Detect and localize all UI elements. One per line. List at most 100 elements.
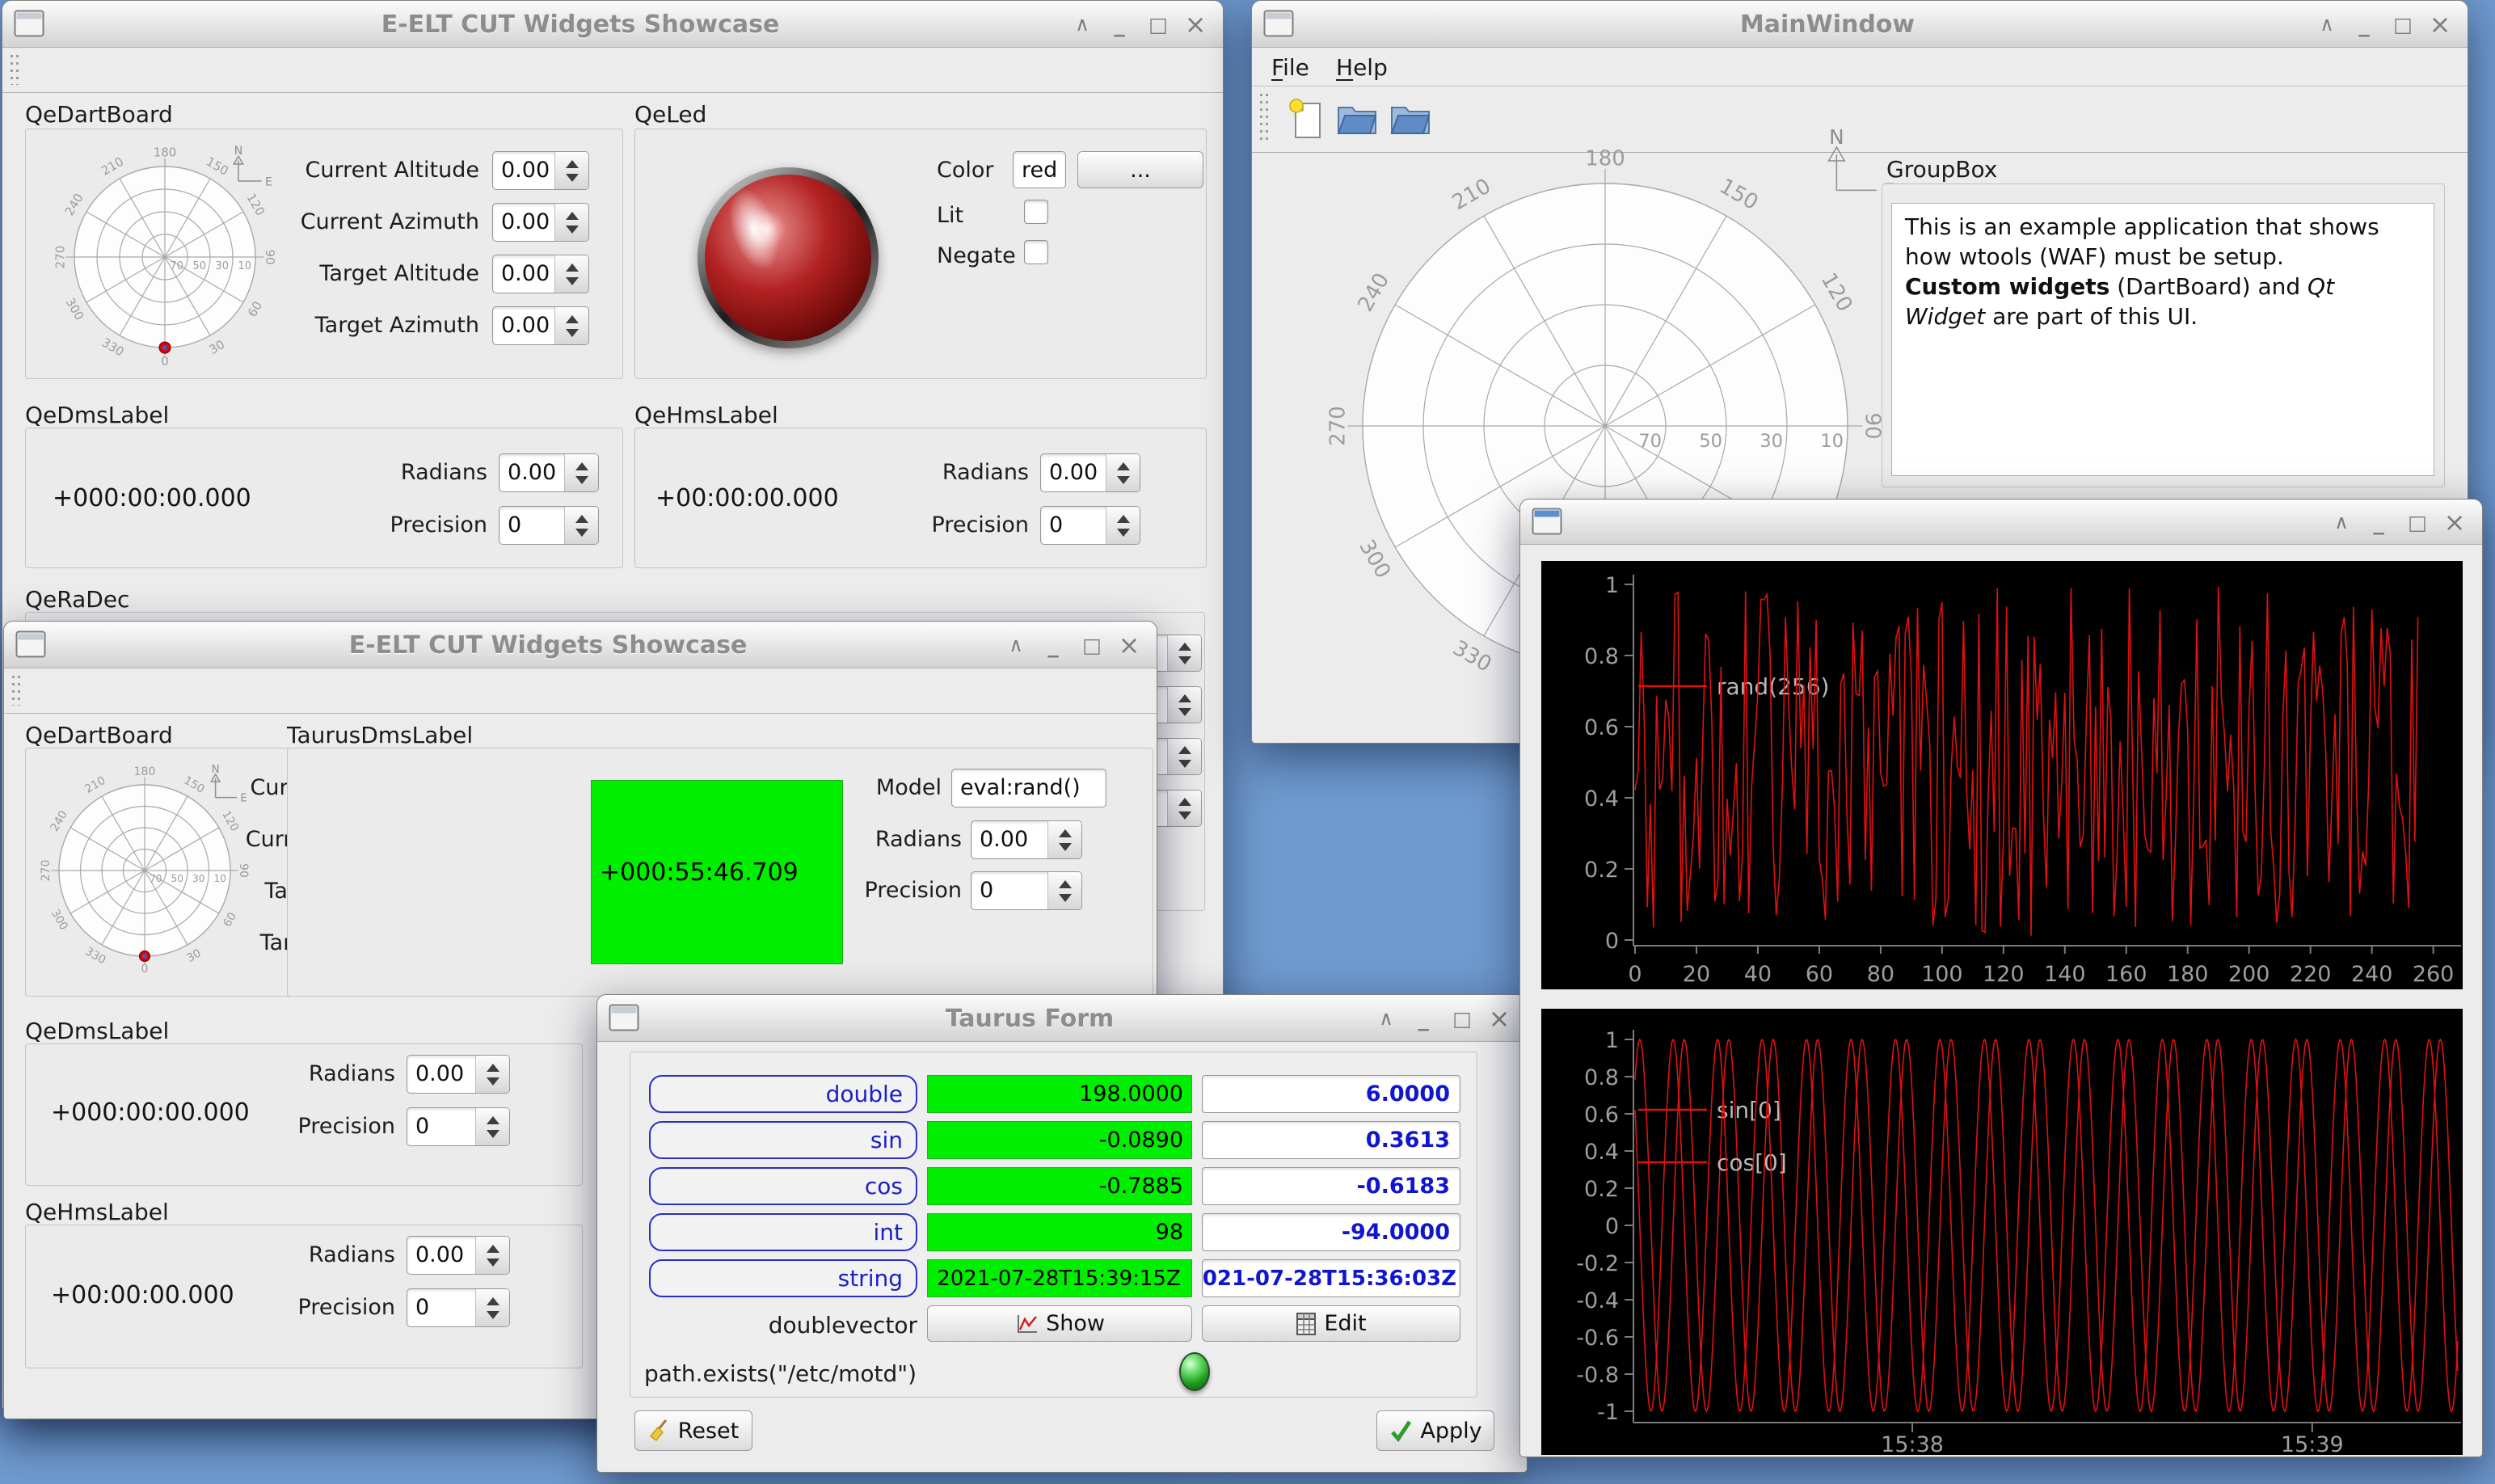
spin-up-icon[interactable]: [1059, 880, 1072, 888]
spin-up-icon[interactable]: [566, 160, 579, 168]
spinbox-buttons[interactable]: [1167, 687, 1201, 723]
maximize-button[interactable]: □: [1444, 995, 1480, 1042]
maximize-button[interactable]: □: [1074, 622, 1110, 668]
window-taurus-form[interactable]: Taurus Form ∧ _ □ × double 198.0000 6.00…: [596, 994, 1528, 1473]
dms-precision-spinbox[interactable]: 0: [499, 506, 599, 545]
shade-button[interactable]: ∧: [1064, 1, 1100, 48]
hms-precision-spinbox[interactable]: 0: [1040, 506, 1140, 545]
spin-down-icon[interactable]: [1178, 760, 1191, 768]
edit-button[interactable]: Edit: [1202, 1305, 1460, 1342]
spin-down-icon[interactable]: [1117, 476, 1130, 484]
titlebar-mainwindow[interactable]: MainWindow ∧ _ □ ×: [1252, 1, 2468, 48]
spinbox-buttons[interactable]: [1106, 454, 1140, 491]
minimize-button[interactable]: _: [1406, 995, 1441, 1042]
spinbox-buttons[interactable]: [1167, 739, 1201, 774]
titlebar-showcase-1[interactable]: E-ELT CUT Widgets Showcase ∧ _ □ ×: [2, 1, 1223, 48]
taurus-radians-spinbox[interactable]: 0.00: [971, 820, 1082, 859]
hms-radians-spinbox[interactable]: 0.00: [1040, 453, 1140, 492]
spin-down-icon[interactable]: [566, 329, 579, 337]
current-altitude-spinbox[interactable]: 0.00: [492, 151, 589, 190]
minimize-button[interactable]: _: [1102, 1, 1137, 48]
apply-button[interactable]: Apply: [1376, 1410, 1494, 1451]
spin-up-icon[interactable]: [1117, 515, 1130, 523]
minimize-button[interactable]: _: [1035, 622, 1071, 668]
dms-radians-spinbox[interactable]: 0.00: [407, 1055, 510, 1094]
color-field[interactable]: red: [1013, 151, 1066, 188]
menu-file[interactable]: File: [1266, 48, 1314, 86]
spin-down-icon[interactable]: [566, 174, 579, 182]
attr-label-sin[interactable]: sin: [649, 1121, 917, 1159]
window-plot[interactable]: ∧ _ □ × 00.20.40.60.81020406080100120140…: [1519, 499, 2483, 1457]
spin-up-icon[interactable]: [566, 315, 579, 323]
spin-up-icon[interactable]: [1178, 643, 1191, 651]
negate-checkbox[interactable]: [1024, 240, 1048, 264]
spin-up-icon[interactable]: [487, 1116, 499, 1124]
spin-up-icon[interactable]: [566, 212, 579, 220]
spin-up-icon[interactable]: [1178, 798, 1191, 806]
shade-button[interactable]: ∧: [998, 622, 1034, 668]
description-textbox[interactable]: This is an example application that show…: [1891, 203, 2434, 476]
shade-button[interactable]: ∧: [1368, 995, 1404, 1042]
spin-down-icon[interactable]: [487, 1258, 499, 1267]
spin-up-icon[interactable]: [566, 263, 579, 272]
spin-down-icon[interactable]: [1178, 812, 1191, 820]
dms-precision-spinbox[interactable]: 0: [407, 1107, 510, 1146]
spin-up-icon[interactable]: [1178, 694, 1191, 702]
spinbox-buttons[interactable]: [1167, 790, 1201, 826]
model-field[interactable]: eval:rand(): [951, 769, 1106, 807]
spin-down-icon[interactable]: [566, 226, 579, 234]
lit-checkbox[interactable]: [1024, 200, 1048, 224]
spinbox-buttons[interactable]: [1106, 507, 1140, 544]
minimize-button[interactable]: _: [2346, 1, 2382, 48]
maximize-button[interactable]: □: [2400, 500, 2435, 545]
titlebar-plot[interactable]: ∧ _ □ ×: [1520, 500, 2482, 545]
spinbox-buttons[interactable]: [1047, 821, 1081, 858]
spinbox-buttons[interactable]: [475, 1237, 509, 1274]
spin-down-icon[interactable]: [575, 529, 588, 537]
target-azimuth-spinbox[interactable]: 0.00: [492, 306, 589, 345]
close-button[interactable]: ×: [1481, 995, 1517, 1042]
spinbox-buttons[interactable]: [554, 255, 588, 293]
write-value-double[interactable]: 6.0000: [1202, 1075, 1460, 1113]
spinbox-buttons[interactable]: [564, 454, 598, 491]
write-value-string[interactable]: 021-07-28T15:36:03Z: [1202, 1259, 1460, 1297]
reset-button[interactable]: Reset: [634, 1410, 752, 1451]
toolbar-handle[interactable]: [9, 55, 19, 85]
menu-help[interactable]: Help: [1331, 48, 1393, 86]
spin-down-icon[interactable]: [1059, 894, 1072, 902]
spin-up-icon[interactable]: [487, 1245, 499, 1253]
spin-up-icon[interactable]: [1178, 746, 1191, 754]
show-button[interactable]: Show: [927, 1305, 1192, 1342]
spinbox-buttons[interactable]: [1167, 635, 1201, 671]
spinbox-buttons[interactable]: [554, 152, 588, 189]
spin-up-icon[interactable]: [575, 462, 588, 470]
attr-label-string[interactable]: string: [649, 1259, 917, 1297]
spin-down-icon[interactable]: [575, 476, 588, 484]
chart-sin-cos[interactable]: 10.80.60.40.20-0.2-0.4-0.6-0.8-115:3815:…: [1541, 1009, 2463, 1455]
dms-radians-spinbox[interactable]: 0.00: [499, 453, 599, 492]
spinbox-buttons[interactable]: [475, 1108, 509, 1145]
color-browse-button[interactable]: ...: [1077, 151, 1203, 188]
spin-up-icon[interactable]: [1059, 829, 1072, 837]
spin-up-icon[interactable]: [575, 515, 588, 523]
spin-up-icon[interactable]: [1117, 462, 1130, 470]
spin-up-icon[interactable]: [487, 1297, 499, 1305]
taurus-precision-spinbox[interactable]: 0: [971, 871, 1082, 910]
maximize-button[interactable]: □: [1140, 1, 1176, 48]
close-button[interactable]: ×: [2437, 500, 2472, 545]
spin-down-icon[interactable]: [566, 277, 579, 285]
spinbox-buttons[interactable]: [554, 204, 588, 241]
chart-rand256[interactable]: 00.20.40.60.8102040608010012014016018020…: [1541, 561, 2463, 989]
spin-down-icon[interactable]: [487, 1077, 499, 1086]
write-value-sin[interactable]: 0.3613: [1202, 1121, 1460, 1159]
current-azimuth-spinbox[interactable]: 0.00: [492, 203, 589, 242]
toolbar-handle[interactable]: [1258, 94, 1269, 145]
hms-radians-spinbox[interactable]: 0.00: [407, 1236, 510, 1275]
shade-button[interactable]: ∧: [2309, 1, 2345, 48]
toolbar-handle[interactable]: [11, 676, 21, 706]
shade-button[interactable]: ∧: [2324, 500, 2359, 545]
attr-label-int[interactable]: int: [649, 1213, 917, 1251]
hms-precision-spinbox[interactable]: 0: [407, 1288, 510, 1327]
spin-down-icon[interactable]: [1178, 656, 1191, 664]
close-button[interactable]: ×: [1111, 622, 1147, 668]
